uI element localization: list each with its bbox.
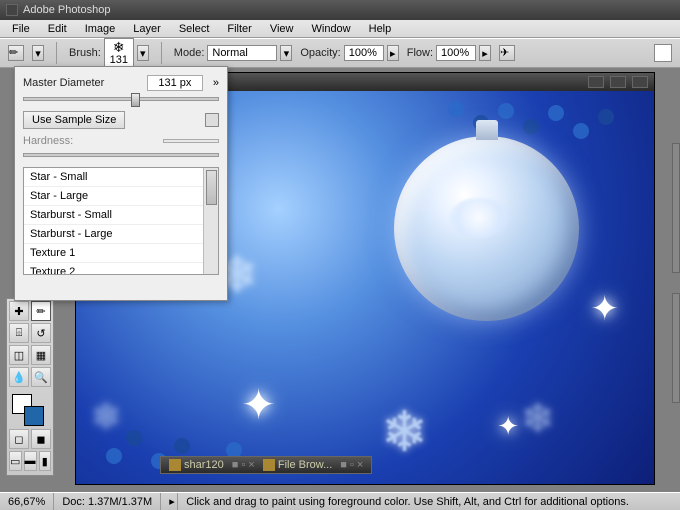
tool-stamp[interactable]: ⌹ xyxy=(9,323,29,343)
opacity-label: Opacity: xyxy=(300,47,340,59)
scrollbar-thumb[interactable] xyxy=(206,170,217,205)
snowflake-icon: ❄ xyxy=(113,40,125,54)
quickmask-on[interactable]: ◼ xyxy=(31,429,51,449)
brush-preset-list: Star - Small Star - Large Starburst - Sm… xyxy=(23,167,219,275)
menu-view[interactable]: View xyxy=(262,21,302,37)
brush-preset-thumb[interactable]: ❄ 131 xyxy=(104,38,134,68)
statusbar: 66,67% Doc: 1.37M/1.37M ▸ Click and drag… xyxy=(0,492,680,510)
screenmode-1[interactable]: ▭ xyxy=(9,451,22,471)
minimize-button[interactable] xyxy=(588,76,604,88)
flow-input[interactable]: 100% xyxy=(436,45,476,61)
use-sample-size-button[interactable]: Use Sample Size xyxy=(23,111,125,129)
flow-label: Flow: xyxy=(407,47,433,59)
snowflake-decor: ❄ xyxy=(91,396,121,438)
airbrush-toggle[interactable]: ✈ xyxy=(499,45,515,61)
mode-select[interactable]: Normal xyxy=(207,45,277,61)
palette-dock[interactable] xyxy=(672,143,680,273)
brush-dropdown[interactable]: ▾ xyxy=(137,45,149,61)
background-swatch[interactable] xyxy=(24,406,44,426)
diameter-slider[interactable] xyxy=(23,97,219,101)
tool-dodge[interactable]: 🔍 xyxy=(31,367,51,387)
brush-preset-panel: Master Diameter 131 px » Use Sample Size… xyxy=(14,66,228,301)
tool-eraser[interactable]: ◫ xyxy=(9,345,29,365)
menu-help[interactable]: Help xyxy=(361,21,400,37)
mode-label: Mode: xyxy=(174,47,205,59)
tool-history-brush[interactable]: ↺ xyxy=(31,323,51,343)
tool-healing[interactable]: ✚ xyxy=(9,301,29,321)
menu-edit[interactable]: Edit xyxy=(40,21,75,37)
menubar: File Edit Image Layer Select Filter View… xyxy=(0,20,680,38)
brush-preset-item[interactable]: Star - Large xyxy=(24,187,218,206)
toolbox: ✚✏ ⌹↺ ◫▦ 💧🔍 ◻◼ ▭▬▮ xyxy=(6,298,54,476)
opacity-input[interactable]: 100% xyxy=(344,45,384,61)
brush-preset-item[interactable]: Star - Small xyxy=(24,168,218,187)
options-bar: ✏ ▾ Brush: ❄ 131 ▾ Mode: Normal ▾ Opacit… xyxy=(0,38,680,68)
task-item[interactable]: File Brow... xyxy=(263,459,332,471)
sparkle-decor: ✦ xyxy=(241,380,276,429)
ornament-decor xyxy=(394,136,579,321)
new-preset-icon[interactable] xyxy=(205,113,219,127)
tool-preset-dropdown[interactable]: ▾ xyxy=(32,45,44,61)
brush-label: Brush: xyxy=(69,47,101,59)
brush-preset-item[interactable]: Texture 2 xyxy=(24,263,218,275)
close-button[interactable] xyxy=(632,76,648,88)
brush-preset-item[interactable]: Starburst - Large xyxy=(24,225,218,244)
flow-flyout[interactable]: ▸ xyxy=(479,45,491,61)
status-flyout[interactable]: ▸ xyxy=(161,493,178,510)
panel-flyout-icon[interactable]: » xyxy=(213,77,219,89)
list-scrollbar[interactable] xyxy=(203,168,218,274)
menu-file[interactable]: File xyxy=(4,21,38,37)
status-hint: Click and drag to paint using foreground… xyxy=(178,496,680,508)
mode-dropdown[interactable]: ▾ xyxy=(280,45,292,61)
app-icon xyxy=(6,4,18,16)
menu-select[interactable]: Select xyxy=(171,21,218,37)
app-titlebar: Adobe Photoshop xyxy=(0,0,680,20)
maximize-button[interactable] xyxy=(610,76,626,88)
file-browser-icon[interactable] xyxy=(654,44,672,62)
menu-image[interactable]: Image xyxy=(77,21,124,37)
color-swatches[interactable] xyxy=(9,391,51,423)
sparkle-decor: ✦ xyxy=(591,289,620,329)
snowflake-decor: ❄ xyxy=(381,399,428,465)
master-diameter-label: Master Diameter xyxy=(23,77,104,89)
document-taskbar: shar120 ■ ▫ × File Brow... ■ ▫ × xyxy=(160,456,372,474)
menu-filter[interactable]: Filter xyxy=(219,21,259,37)
brush-tool-indicator[interactable]: ✏ xyxy=(8,45,24,61)
opacity-flyout[interactable]: ▸ xyxy=(387,45,399,61)
palette-dock[interactable] xyxy=(672,293,680,403)
hardness-label: Hardness: xyxy=(23,135,73,147)
app-title: Adobe Photoshop xyxy=(23,4,110,16)
snowflake-decor: ❄ xyxy=(521,396,555,442)
slider-handle[interactable] xyxy=(131,93,140,107)
doc-size[interactable]: Doc: 1.37M/1.37M xyxy=(54,493,161,510)
task-item[interactable]: shar120 xyxy=(169,459,224,471)
zoom-level[interactable]: 66,67% xyxy=(0,493,54,510)
menu-layer[interactable]: Layer xyxy=(125,21,169,37)
screenmode-2[interactable]: ▬ xyxy=(24,451,37,471)
screenmode-3[interactable]: ▮ xyxy=(39,451,52,471)
brush-preset-item[interactable]: Texture 1 xyxy=(24,244,218,263)
brush-preset-item[interactable]: Starburst - Small xyxy=(24,206,218,225)
tool-brush[interactable]: ✏ xyxy=(31,301,51,321)
menu-window[interactable]: Window xyxy=(304,21,359,37)
brush-size-value: 131 xyxy=(110,54,128,66)
doc-icon xyxy=(263,459,275,471)
tool-blur[interactable]: 💧 xyxy=(9,367,29,387)
hardness-value xyxy=(163,139,219,143)
quickmask-off[interactable]: ◻ xyxy=(9,429,29,449)
master-diameter-value[interactable]: 131 px xyxy=(147,75,203,91)
hardness-slider[interactable] xyxy=(23,153,219,157)
tool-gradient[interactable]: ▦ xyxy=(31,345,51,365)
sparkle-decor: ✦ xyxy=(497,411,519,442)
doc-icon xyxy=(169,459,181,471)
